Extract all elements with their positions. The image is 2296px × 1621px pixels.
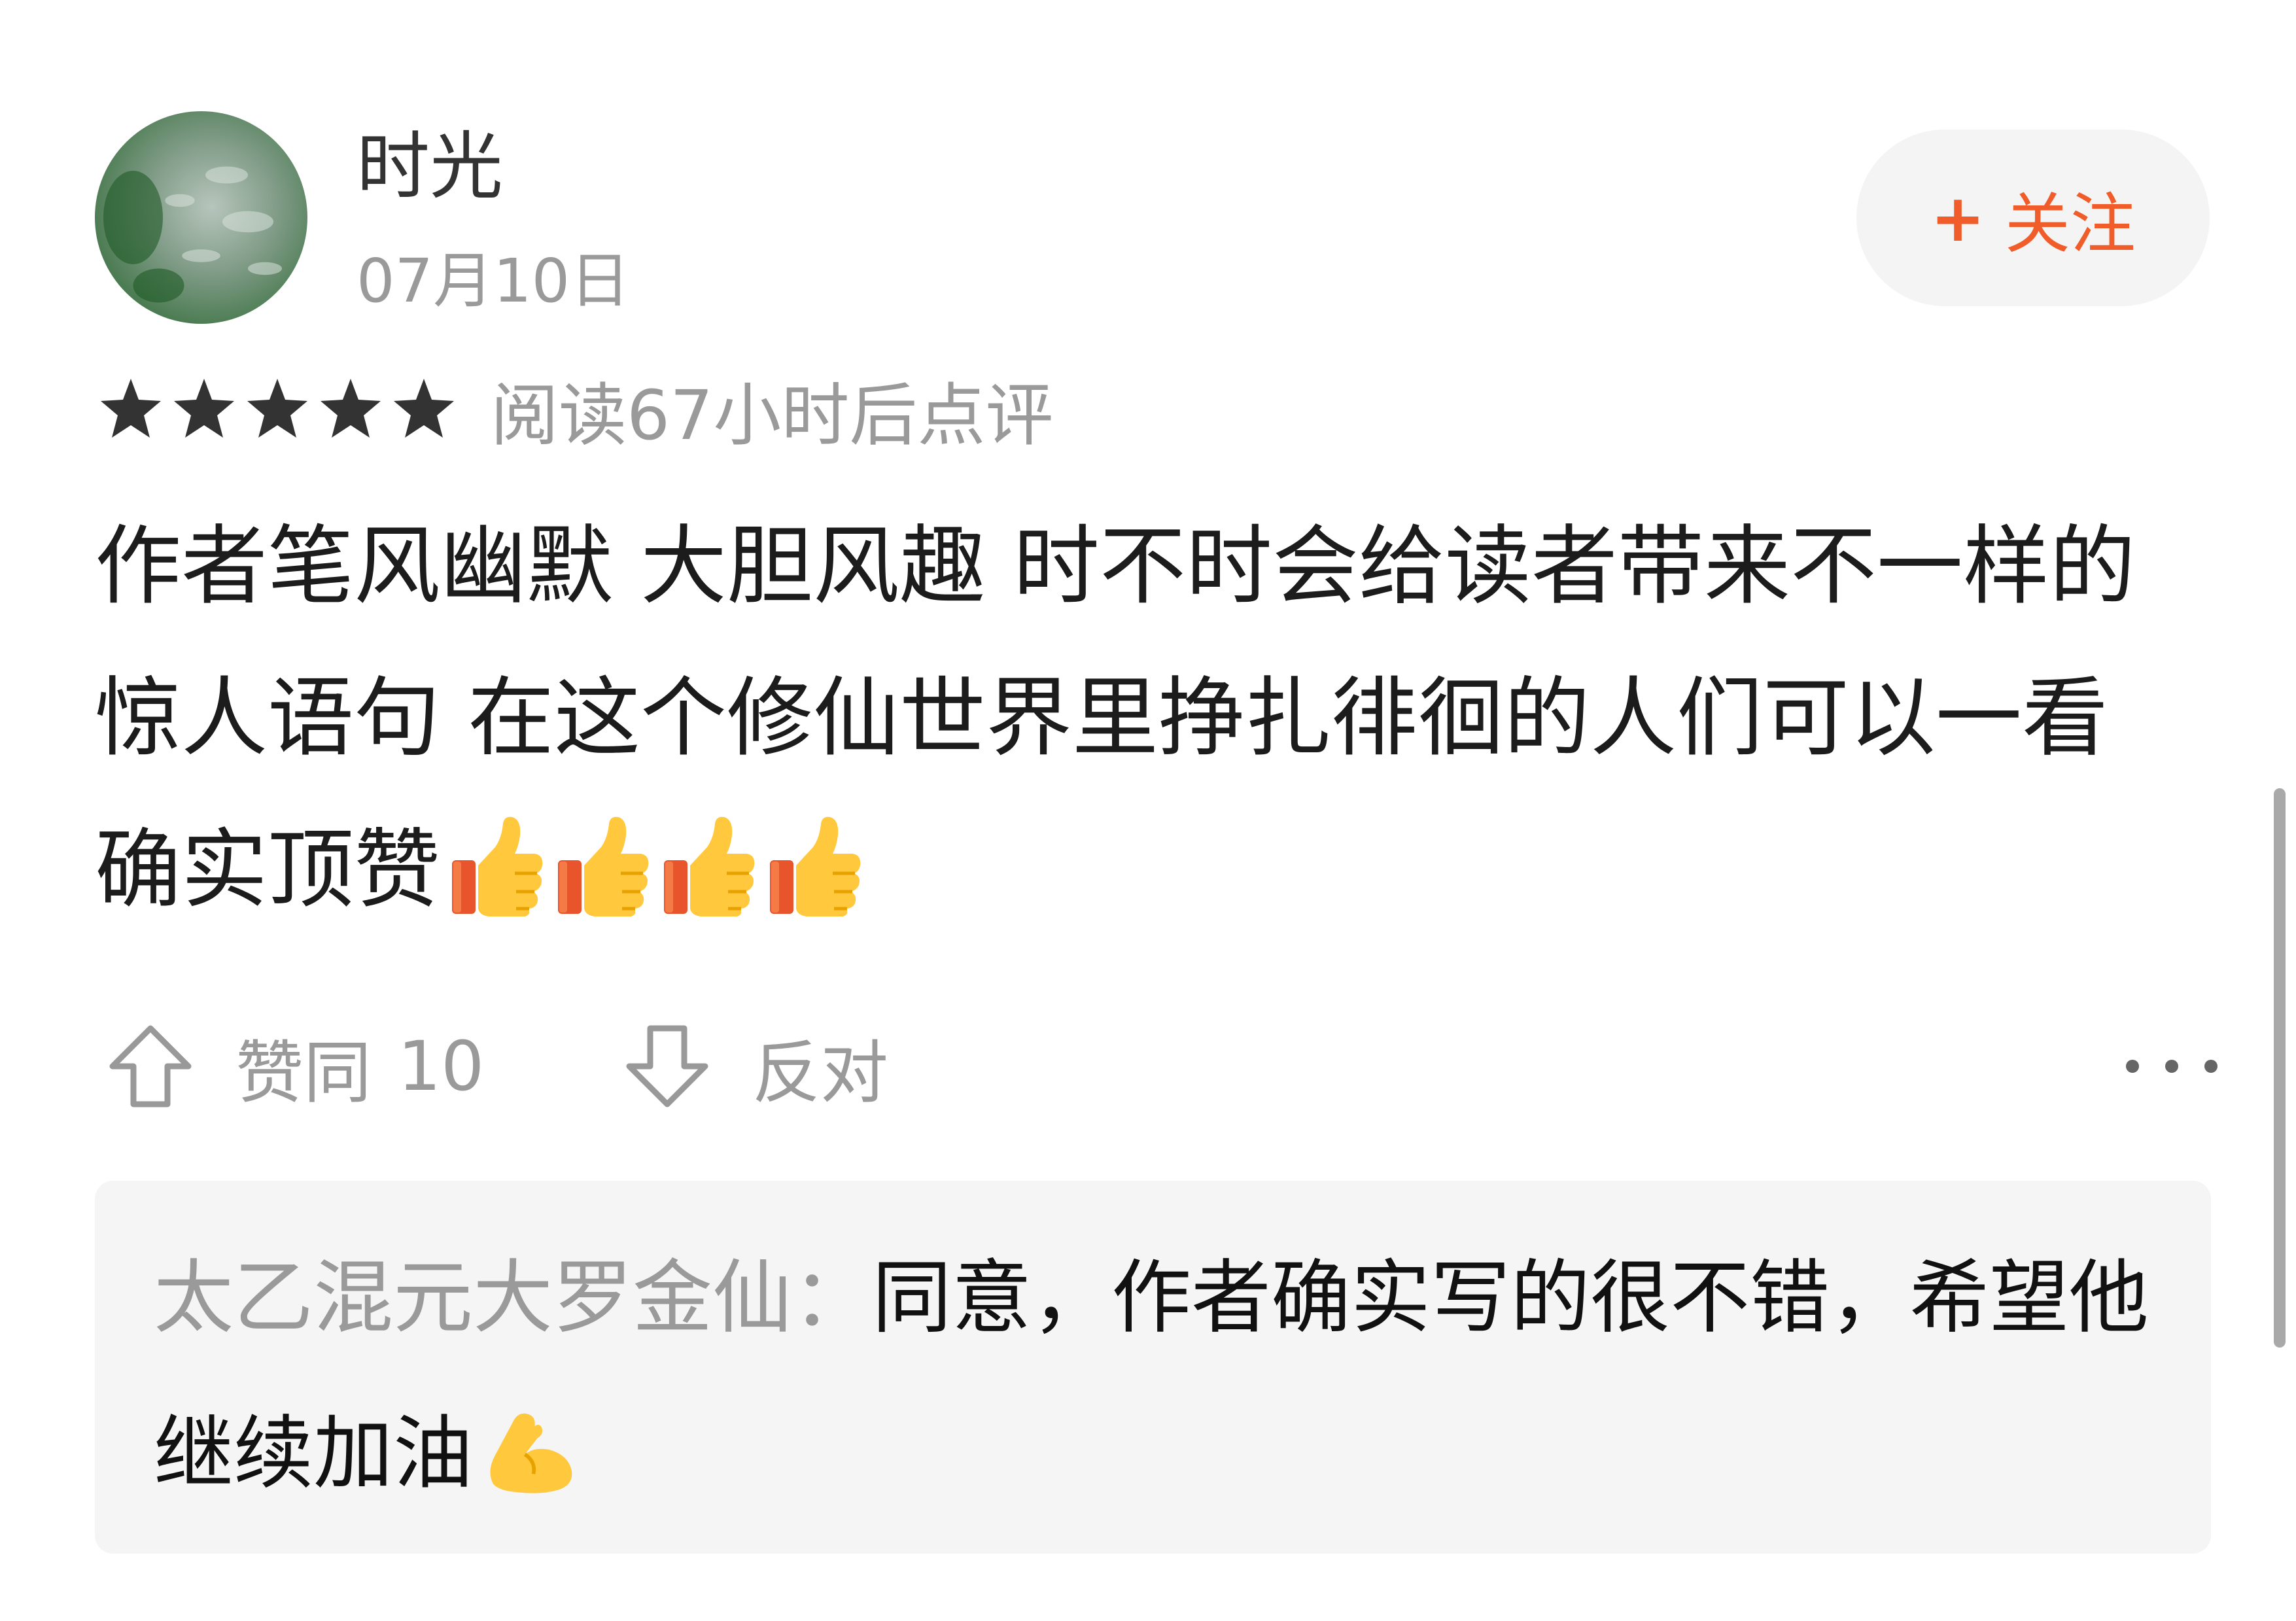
username[interactable]: 时光 — [357, 124, 503, 209]
reply-content: 太乙混元大罗金仙：同意，作者确实写的很不错，希望他继续加油 — [154, 1220, 2152, 1531]
plus-icon: + — [1930, 179, 1985, 256]
read-time-note: 阅读67小时后点评 — [491, 375, 1054, 455]
star-icon — [391, 376, 457, 442]
dot — [2126, 1060, 2139, 1073]
scrollbar[interactable] — [2274, 788, 2286, 1348]
star-icon — [171, 376, 237, 442]
dot — [2165, 1060, 2178, 1073]
review-date: 07月10日 — [357, 246, 631, 316]
star-icon — [98, 376, 164, 442]
thumbs-up-icon — [448, 813, 546, 918]
review-body: 作者笔风幽默 大胆风趣 时不时会给读者带来不一样的惊人语句 在这个修仙世界里挣扎… — [95, 516, 2136, 920]
oppose-button[interactable]: 反对 — [621, 1020, 888, 1113]
user-avatar[interactable] — [95, 111, 307, 324]
upvote-arrow-icon — [105, 1020, 196, 1112]
dot — [2204, 1060, 2218, 1073]
star-icon — [245, 376, 310, 442]
thumbs-up-icon — [660, 813, 758, 918]
downvote-arrow-icon — [621, 1020, 713, 1112]
more-options-icon[interactable] — [2126, 1040, 2218, 1092]
oppose-label: 反对 — [752, 1032, 889, 1113]
reply-box[interactable]: 太乙混元大罗金仙：同意，作者确实写的很不错，希望他继续加油 — [95, 1181, 2211, 1554]
follow-button[interactable]: + 关注 — [1856, 130, 2210, 306]
review-text: 作者笔风幽默 大胆风趣 时不时会给读者带来不一样的惊人语句 在这个修仙世界里挣扎… — [95, 491, 2175, 946]
flexed-biceps-icon — [481, 1395, 579, 1499]
agree-button[interactable]: 赞同 10 — [105, 1020, 485, 1113]
thumbs-up-icon — [554, 813, 652, 918]
follow-button-label: 关注 — [2004, 185, 2136, 262]
thumbs-up-icon — [766, 813, 864, 918]
agree-count: 10 — [398, 1026, 485, 1106]
agree-label: 赞同 — [235, 1032, 372, 1113]
rating-row: 阅读67小时后点评 — [98, 366, 1053, 455]
reply-author[interactable]: 太乙混元大罗金仙： — [154, 1251, 872, 1344]
star-icon — [318, 376, 383, 442]
review-action-bar: 赞同 10 反对 — [105, 1020, 2218, 1113]
star-rating — [98, 376, 464, 442]
